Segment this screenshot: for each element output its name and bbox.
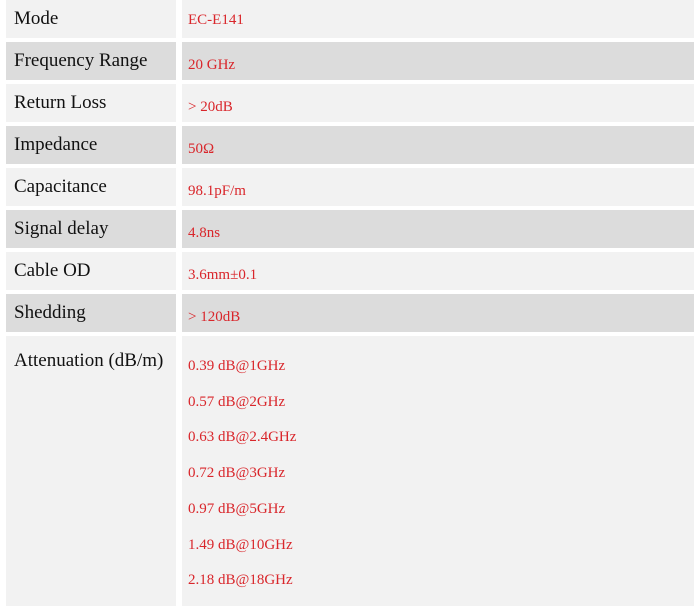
attenuation-value: 0.57 dB@2GHz xyxy=(188,393,286,410)
attenuation-value: 1.49 dB@10GHz xyxy=(188,536,293,553)
spec-table: Mode EC-E141 Frequency Range 20 GHz Retu… xyxy=(6,0,694,606)
spec-label: Signal delay xyxy=(6,210,176,248)
attenuation-value: 0.39 dB@1GHz xyxy=(188,358,286,374)
spec-row-cable-od: Cable OD 3.6mm±0.1 xyxy=(6,252,694,290)
spec-label: Attenuation (dB/m) xyxy=(6,336,176,606)
spec-value: EC-E141 xyxy=(182,0,694,38)
attenuation-value: 2.18 dB@18GHz xyxy=(188,572,293,589)
attenuation-value: 0.97 dB@5GHz xyxy=(188,500,286,517)
spec-value: 4.8ns xyxy=(182,210,694,248)
spec-row-attenuation: Attenuation (dB/m) 0.39 dB@1GHz 0.57 dB@… xyxy=(6,336,694,606)
spec-value: 50Ω xyxy=(182,126,694,164)
spec-value: > 20dB xyxy=(182,84,694,122)
spec-value: 3.6mm±0.1 xyxy=(182,252,694,290)
attenuation-value: 0.72 dB@3GHz xyxy=(188,465,286,482)
spec-label: Capacitance xyxy=(6,168,176,206)
spec-label: Impedance xyxy=(6,126,176,164)
spec-row-impedance: Impedance 50Ω xyxy=(6,126,694,164)
spec-label: Cable OD xyxy=(6,252,176,290)
attenuation-values: 0.39 dB@1GHz 0.57 dB@2GHz 0.63 dB@2.4GHz… xyxy=(182,336,694,606)
spec-row-frequency-range: Frequency Range 20 GHz xyxy=(6,42,694,80)
spec-label: Shedding xyxy=(6,294,176,332)
spec-label: Return Loss xyxy=(6,84,176,122)
spec-value: > 120dB xyxy=(182,294,694,332)
spec-row-shedding: Shedding > 120dB xyxy=(6,294,694,332)
spec-label: Mode xyxy=(6,0,176,38)
spec-label: Frequency Range xyxy=(6,42,176,80)
spec-row-capacitance: Capacitance 98.1pF/m xyxy=(6,168,694,206)
spec-row-return-loss: Return Loss > 20dB xyxy=(6,84,694,122)
spec-row-signal-delay: Signal delay 4.8ns xyxy=(6,210,694,248)
spec-value: 98.1pF/m xyxy=(182,168,694,206)
spec-row-mode: Mode EC-E141 xyxy=(6,0,694,38)
attenuation-value: 0.63 dB@2.4GHz xyxy=(188,429,297,446)
spec-value: 20 GHz xyxy=(182,42,694,80)
